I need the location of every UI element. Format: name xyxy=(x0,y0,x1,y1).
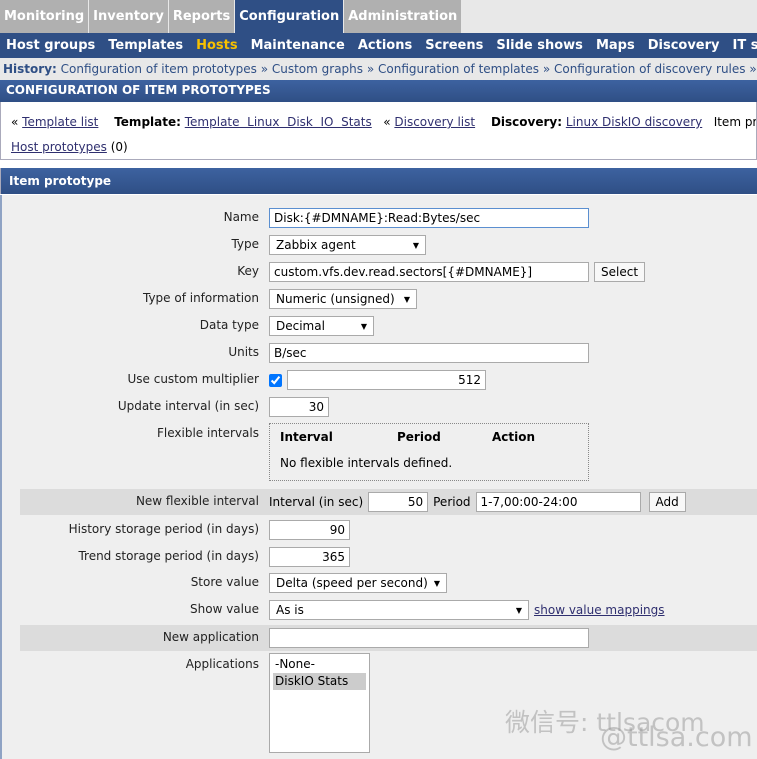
sub-menu: Host groups Templates Hosts Maintenance … xyxy=(0,33,757,58)
row-store-value: Store value Delta (speed per second) xyxy=(20,570,757,596)
multiplier-checkbox[interactable] xyxy=(269,373,282,387)
newflex-period-input[interactable]: 1-7,00:00-24:00 xyxy=(475,492,641,512)
template-list-link[interactable]: Template list xyxy=(22,115,98,129)
menu-monitoring[interactable]: Monitoring xyxy=(0,0,89,33)
menu-reports[interactable]: Reports xyxy=(168,0,235,33)
show-value-select[interactable]: As is xyxy=(269,600,529,620)
key-input[interactable]: custom.vfs.dev.read.sectors[{#DMNAME}] xyxy=(269,262,589,282)
discovery-list-link[interactable]: Discovery list xyxy=(394,115,475,129)
history-bar: History: Configuration of item prototype… xyxy=(0,58,757,80)
applications-listbox[interactable]: -None- DiskIO Stats xyxy=(269,653,370,753)
row-history: History storage period (in days) 90 xyxy=(20,517,757,543)
watermark-site: @ttlsa.com xyxy=(600,722,753,753)
submenu-actions[interactable]: Actions xyxy=(358,38,412,53)
interval-label: Update interval (in sec) xyxy=(117,399,259,413)
add-button[interactable]: Add xyxy=(648,492,686,512)
col-action: Action xyxy=(492,430,536,444)
app-option[interactable]: DiskIO Stats xyxy=(273,673,366,690)
breadcrumb: « Template list Template: Template Linux… xyxy=(0,102,757,160)
section-header: Item prototype xyxy=(0,168,757,194)
page-title: CONFIGURATION OF ITEM PROTOTYPES xyxy=(0,80,757,102)
submenu-discovery[interactable]: Discovery xyxy=(648,38,720,53)
units-input[interactable]: B/sec xyxy=(269,343,589,363)
host-prototypes-count: (0) xyxy=(110,140,128,154)
newapp-label: New application xyxy=(162,630,259,644)
store-label: Store value xyxy=(190,575,259,589)
flex-label: Flexible intervals xyxy=(157,426,259,440)
discovery-link[interactable]: Linux DiskIO discovery xyxy=(566,115,702,129)
type-label: Type xyxy=(231,237,259,251)
apps-label: Applications xyxy=(185,657,259,671)
menu-configuration[interactable]: Configuration xyxy=(235,0,344,33)
row-update-interval: Update interval (in sec) 30 xyxy=(20,394,757,420)
col-period: Period xyxy=(397,430,441,444)
multiplier-label: Use custom multiplier xyxy=(127,372,259,386)
row-trend: Trend storage period (in days) 365 xyxy=(20,544,757,570)
newflex-label: New flexible interval xyxy=(135,494,259,508)
newflex-interval-label: Interval (in sec) xyxy=(269,495,364,509)
flexible-intervals-table: Interval Period Action No flexible inter… xyxy=(269,423,589,481)
row-type: Type Zabbix agent xyxy=(20,232,757,258)
name-input[interactable]: Disk:{#DMNAME}:Read:Bytes/sec xyxy=(269,208,589,228)
row-show-value: Show value As is show value mappings xyxy=(20,597,757,623)
name-label: Name xyxy=(223,210,259,224)
submenu-slide-shows[interactable]: Slide shows xyxy=(496,38,583,53)
show-value-mappings-link[interactable]: show value mappings xyxy=(534,603,665,617)
trend-label: Trend storage period (in days) xyxy=(78,549,259,563)
type-of-information-select[interactable]: Numeric (unsigned) xyxy=(269,289,417,309)
key-label: Key xyxy=(237,264,259,278)
new-application-input[interactable] xyxy=(269,628,589,648)
row-data-type: Data type Decimal xyxy=(20,313,757,339)
newflex-interval-input[interactable]: 50 xyxy=(368,492,429,512)
datatype-label: Data type xyxy=(199,318,259,332)
row-multiplier: Use custom multiplier 512 xyxy=(20,367,757,393)
row-type-of-information: Type of information Numeric (unsigned) xyxy=(20,286,757,312)
row-applications: Applications xyxy=(20,652,757,678)
submenu-screens[interactable]: Screens xyxy=(425,38,483,53)
host-prototypes-link[interactable]: Host prototypes xyxy=(11,140,107,154)
type-select[interactable]: Zabbix agent xyxy=(269,235,426,255)
menu-inventory[interactable]: Inventory xyxy=(89,0,168,33)
store-value-select[interactable]: Delta (speed per second) xyxy=(269,573,447,593)
submenu-host-groups[interactable]: Host groups xyxy=(6,38,95,53)
select-button[interactable]: Select xyxy=(594,262,646,282)
update-interval-input[interactable]: 30 xyxy=(269,397,329,417)
submenu-templates[interactable]: Templates xyxy=(108,38,183,53)
submenu-maps[interactable]: Maps xyxy=(596,38,635,53)
submenu-hosts[interactable]: Hosts xyxy=(196,38,238,53)
newflex-period-label: Period xyxy=(433,495,471,509)
history-label: History storage period (in days) xyxy=(68,522,259,536)
template-link[interactable]: Template Linux Disk IO Stats xyxy=(185,115,372,129)
menu-administration[interactable]: Administration xyxy=(344,0,462,33)
laquo: « xyxy=(11,115,19,129)
history-label: History: xyxy=(3,62,57,76)
submenu-maintenance[interactable]: Maintenance xyxy=(251,38,345,53)
show-label: Show value xyxy=(190,602,259,616)
discovery-label: Discovery: xyxy=(490,115,563,129)
multiplier-input[interactable]: 512 xyxy=(287,370,486,390)
row-name: Name Disk:{#DMNAME}:Read:Bytes/sec xyxy=(20,205,757,231)
history-links[interactable]: Configuration of item prototypes » Custo… xyxy=(61,62,757,76)
history-input[interactable]: 90 xyxy=(269,520,350,540)
row-key: Key custom.vfs.dev.read.sectors[{#DMNAME}… xyxy=(20,259,757,285)
units-label: Units xyxy=(228,345,259,359)
top-menu: Monitoring Inventory Reports Configurati… xyxy=(0,0,757,33)
col-interval: Interval xyxy=(280,430,333,444)
app-option[interactable]: -None- xyxy=(273,656,366,673)
info-label: Type of information xyxy=(142,291,259,305)
trend-input[interactable]: 365 xyxy=(269,547,350,567)
data-type-select[interactable]: Decimal xyxy=(269,316,374,336)
row-new-application: New application xyxy=(20,625,757,651)
template-label: Template: xyxy=(114,115,181,129)
item-prototypes-label: Item prototypes xyxy=(713,115,757,129)
laquo: « xyxy=(383,115,391,129)
submenu-it-services[interactable]: IT services xyxy=(733,38,757,53)
row-new-flex: New flexible interval Interval (in sec) 50… xyxy=(20,489,757,515)
row-units: Units B/sec xyxy=(20,340,757,366)
flex-empty: No flexible intervals defined. xyxy=(280,456,453,470)
